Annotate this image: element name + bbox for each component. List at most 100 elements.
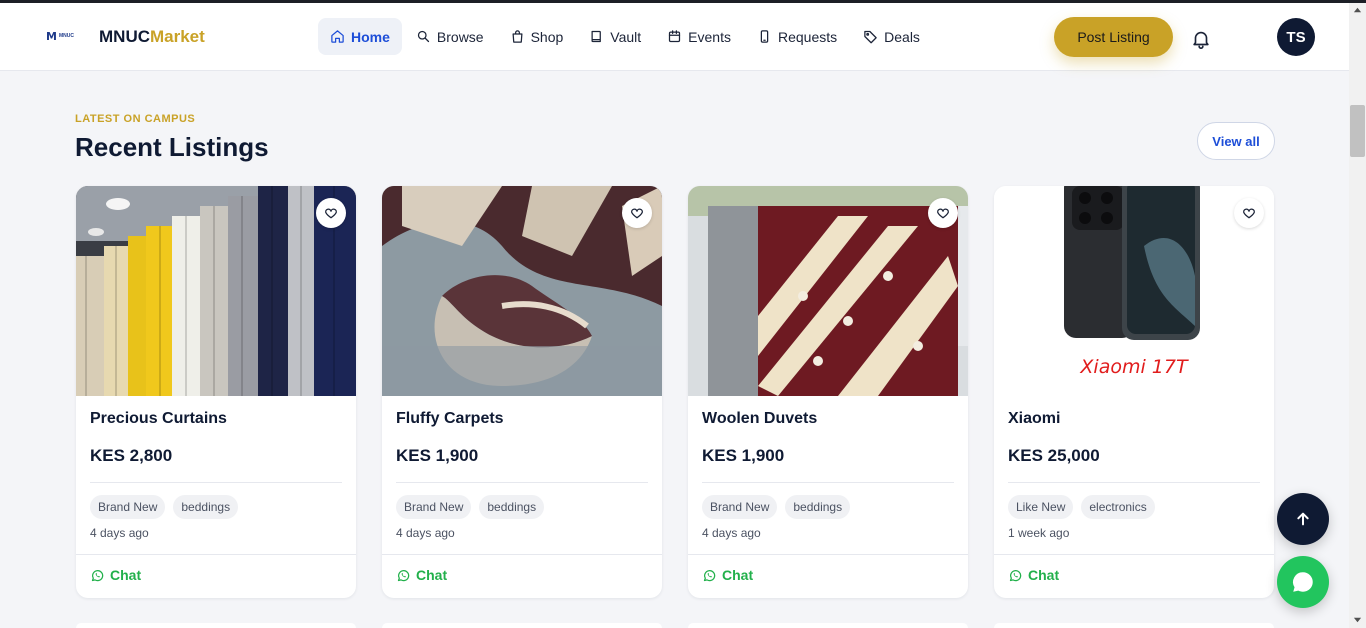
page-scrollbar[interactable] — [1349, 3, 1366, 628]
scrollbar-thumb[interactable] — [1350, 105, 1365, 157]
next-row-card-peek — [994, 623, 1274, 628]
book-icon — [591, 30, 602, 43]
favorite-button[interactable] — [622, 198, 652, 228]
chat-label: Chat — [110, 567, 142, 583]
listing-title[interactable]: Fluffy Carpets — [396, 410, 504, 428]
condition-tag: Brand New — [396, 495, 472, 519]
nav-home-label: Home — [351, 28, 390, 45]
heart-icon — [937, 208, 949, 219]
chat-support-button[interactable] — [1277, 556, 1329, 608]
arrow-up-icon — [1297, 512, 1309, 526]
nav-vault-label: Vault — [610, 28, 642, 45]
chat-label: Chat — [1028, 567, 1060, 583]
category-tag: beddings — [785, 495, 851, 519]
next-row-card-peek — [382, 623, 662, 628]
calendar-icon — [669, 30, 681, 43]
listing-time: 4 days ago — [702, 526, 761, 540]
listing-tags: Brand New beddings — [396, 495, 545, 519]
listing-image[interactable]: Xiaomi 17T — [994, 186, 1274, 396]
home-icon — [331, 30, 344, 43]
whatsapp-icon — [1009, 569, 1022, 581]
chat-button[interactable]: Chat — [702, 567, 753, 583]
listing-tags: Brand New beddings — [90, 495, 239, 519]
listing-image[interactable] — [382, 186, 662, 396]
card-divider — [90, 482, 342, 483]
image-caption: Xiaomi 17T — [1080, 356, 1188, 378]
listing-tags: Brand New beddings — [702, 495, 851, 519]
listing-card[interactable]: Xiaomi 17T Xiaomi KES 25,000 Like New el… — [994, 186, 1274, 598]
nav-requests-label: Requests — [777, 28, 838, 45]
chat-label: Chat — [416, 567, 448, 583]
notification-bell-icon[interactable] — [1190, 28, 1212, 50]
nav-browse-label: Browse — [436, 28, 484, 45]
listing-title[interactable]: Woolen Duvets — [702, 410, 817, 428]
condition-tag: Brand New — [90, 495, 166, 519]
listing-tags: Like New electronics — [1008, 495, 1155, 519]
listing-card[interactable]: Fluffy Carpets KES 1,900 Brand New beddi… — [382, 186, 662, 598]
chat-label: Chat — [722, 567, 754, 583]
nav-deals[interactable]: Deals — [851, 18, 932, 55]
duvet-image — [688, 186, 968, 396]
nav-home[interactable]: Home — [318, 18, 402, 55]
listing-card[interactable]: Woolen Duvets KES 1,900 Brand New beddin… — [688, 186, 968, 598]
listing-time: 1 week ago — [1008, 526, 1070, 540]
card-footer-divider — [76, 554, 356, 555]
nav-requests[interactable]: Requests — [745, 18, 849, 55]
heart-icon — [325, 208, 337, 219]
favorite-button[interactable] — [316, 198, 346, 228]
listing-image[interactable] — [688, 186, 968, 396]
chat-button[interactable]: Chat — [1008, 567, 1059, 583]
nav-events[interactable]: Events — [655, 18, 743, 55]
logo-mark-letter: M — [46, 29, 57, 43]
user-avatar[interactable]: TS — [1277, 18, 1315, 56]
card-footer-divider — [382, 554, 662, 555]
listing-title[interactable]: Xiaomi — [1008, 410, 1060, 428]
view-all-button[interactable]: View all — [1197, 122, 1275, 160]
favorite-button[interactable] — [1234, 198, 1264, 228]
section-title: Recent Listings — [75, 132, 269, 162]
section-eyebrow: LATEST ON CAMPUS — [75, 113, 196, 125]
nav-events-label: Events — [688, 28, 731, 45]
listing-title[interactable]: Precious Curtains — [90, 410, 227, 428]
card-divider — [702, 482, 954, 483]
scroll-up-arrow-icon[interactable] — [1353, 6, 1362, 15]
chat-button[interactable]: Chat — [396, 567, 447, 583]
favorite-button[interactable] — [928, 198, 958, 228]
listing-image[interactable] — [76, 186, 356, 396]
nav-browse[interactable]: Browse — [404, 18, 496, 55]
listing-price: KES 25,000 — [1008, 446, 1100, 465]
listing-card[interactable]: Precious Curtains KES 2,800 Brand New be… — [76, 186, 356, 598]
condition-tag: Brand New — [702, 495, 778, 519]
whatsapp-icon — [703, 569, 716, 581]
listing-price: KES 1,900 — [396, 446, 479, 465]
heart-icon — [1243, 208, 1255, 219]
brand-name-part2: Market — [150, 27, 205, 46]
card-footer-divider — [688, 554, 968, 555]
brand-name-part1: MNUC — [99, 27, 150, 46]
scroll-to-top-button[interactable] — [1277, 493, 1329, 545]
shopping-bag-icon — [512, 30, 523, 43]
whatsapp-icon — [91, 569, 104, 581]
category-tag: electronics — [1081, 495, 1155, 519]
chat-button[interactable]: Chat — [90, 567, 141, 583]
condition-tag: Like New — [1008, 495, 1074, 519]
curtains-image — [76, 186, 356, 396]
category-tag: beddings — [479, 495, 545, 519]
nav-vault[interactable]: Vault — [577, 18, 653, 55]
card-footer-divider — [994, 554, 1274, 555]
category-tag: beddings — [173, 495, 239, 519]
post-listing-button[interactable]: Post Listing — [1054, 17, 1173, 57]
scroll-down-arrow-icon[interactable] — [1353, 615, 1362, 624]
next-row-card-peek — [688, 623, 968, 628]
brand-name[interactable]: MNUCMarket — [99, 27, 205, 47]
nav-shop[interactable]: Shop — [498, 18, 576, 55]
card-divider — [1008, 482, 1260, 483]
carpet-image — [382, 186, 662, 396]
main-nav: Home Browse Shop Vault Events Requests D… — [318, 18, 934, 55]
whatsapp-icon — [397, 569, 410, 581]
logo-mark-text: MNUC — [58, 33, 74, 39]
listing-price: KES 2,800 — [90, 446, 173, 465]
phone-icon — [760, 30, 769, 43]
logo-icon[interactable]: M MNUC — [46, 29, 80, 43]
next-row-card-peek — [76, 623, 356, 628]
